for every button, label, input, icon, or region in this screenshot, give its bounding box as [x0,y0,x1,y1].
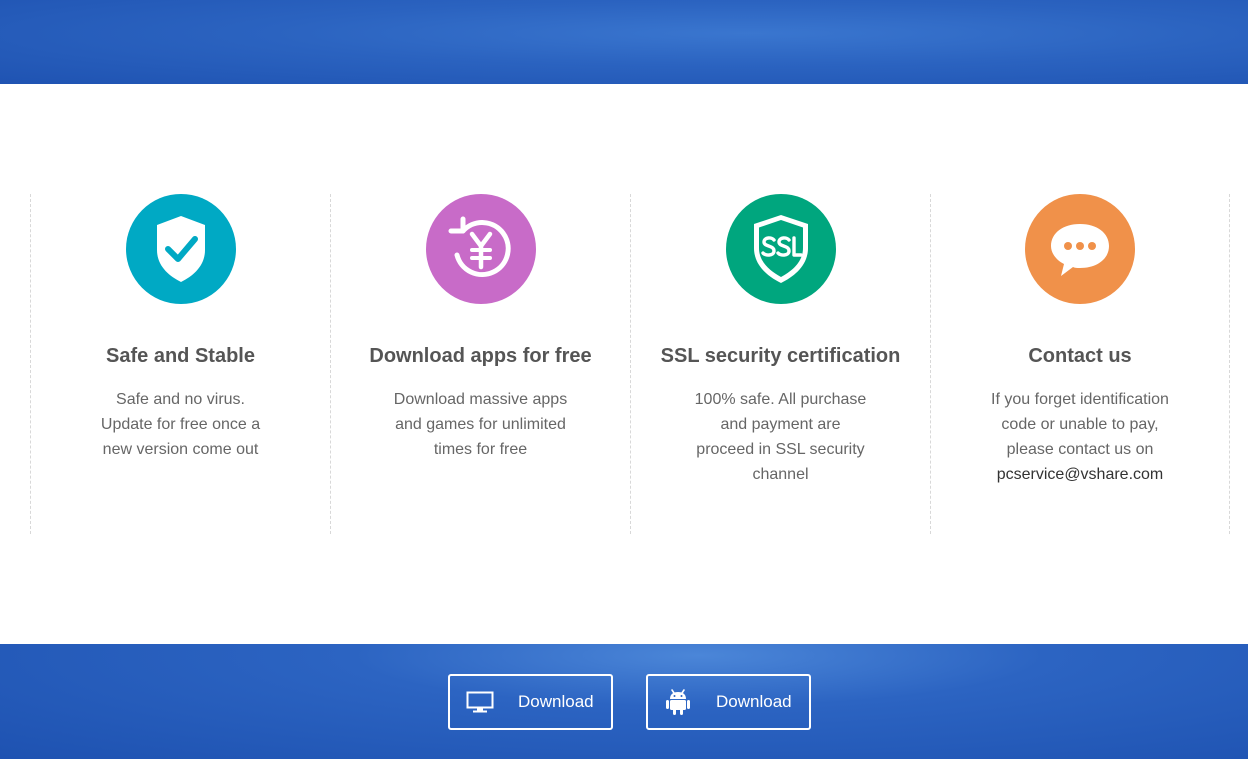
feature-circle-safe [125,194,236,304]
feature-title: SSL security certification [660,345,901,367]
feature-title: Download apps for free [369,345,592,367]
desc-line: code or unable to pay, [1001,416,1159,433]
feature-title: Safe and Stable [106,345,255,367]
features-section: Safe and Stable Safe and no virus. Updat… [30,194,1230,534]
shield-check-icon [156,216,205,282]
yen-refresh-icon [448,216,511,278]
contact-email-link[interactable]: pcservice@vshare.com [970,462,1190,487]
android-download-label: Download [716,692,792,711]
ssl-shield-icon [753,215,808,283]
desc-line: and games for unlimited [395,416,566,433]
desc-line: 100% safe. All purchase [694,391,867,408]
desc-line: Download massive apps [393,391,568,408]
chat-bubble-icon [1051,224,1109,276]
feature-description: Download massive apps and games for unli… [386,387,576,462]
feature-circle-download [425,194,536,304]
pc-download-button[interactable]: Download [448,674,613,730]
desc-line: please contact us on [1006,441,1154,458]
desc-line: channel [752,466,809,483]
feature-description: If you forget identification code or una… [970,387,1190,487]
pc-download-label: Download [518,692,594,711]
feature-title: Contact us [1028,345,1132,367]
desc-line: new version come out [102,441,259,458]
monitor-icon [450,691,510,713]
android-icon [648,688,708,716]
desc-line: Safe and no virus. [116,391,245,408]
feature-description: Safe and no virus. Update for free once … [86,387,276,462]
top-banner [0,0,1248,84]
feature-description: 100% safe. All purchase and payment are … [686,387,876,487]
desc-line: Update for free once a [100,416,261,433]
desc-line: times for free [433,441,528,458]
feature-download-free: Download apps for free Download massive … [330,194,630,534]
feature-circle-contact [1025,194,1135,304]
desc-line: and payment are [720,416,841,433]
feature-ssl: SSL security certification 100% safe. Al… [630,194,930,534]
feature-safe-stable: Safe and Stable Safe and no virus. Updat… [30,194,330,534]
desc-line: If you forget identification [991,391,1169,408]
feature-contact: Contact us If you forget identification … [930,194,1230,534]
download-bar: Download Download [0,644,1248,759]
feature-circle-ssl [725,194,836,304]
desc-line: proceed in SSL security [696,441,865,458]
android-download-button[interactable]: Download [646,674,811,730]
